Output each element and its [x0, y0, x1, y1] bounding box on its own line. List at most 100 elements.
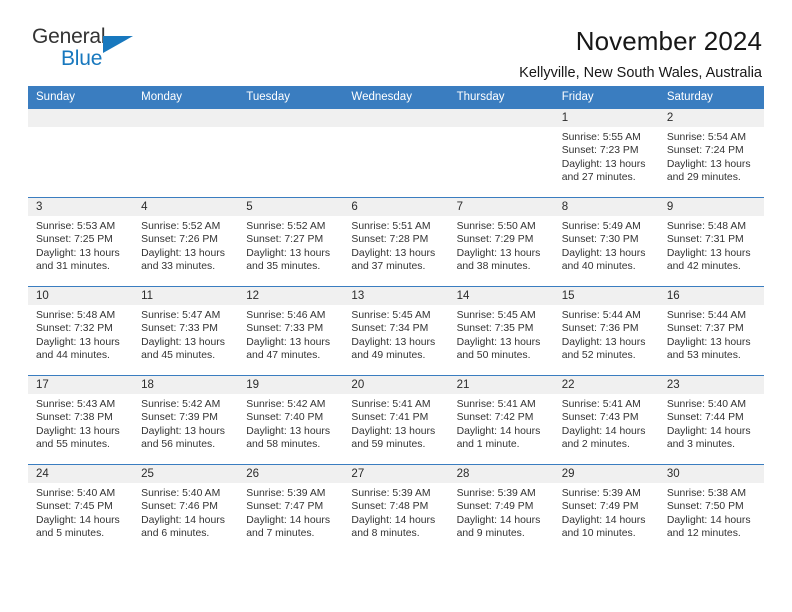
- sunrise-text: Sunrise: 5:45 AM: [456, 310, 536, 321]
- day-number: 26: [238, 465, 344, 483]
- calendar-cell-inner: 13 Sunrise: 5:45 AM Sunset: 7:34 PM Dayligh…: [343, 287, 449, 375]
- day-details: Sunrise: 5:46 AM Sunset: 7:33 PM Daylight:…: [238, 305, 343, 363]
- calendar-day-cell[interactable]: 27 Sunrise: 5:39 AM Sunset: 7:48 PM Dayligh…: [343, 464, 449, 554]
- sunset-text: Sunset: 7:45 PM: [36, 501, 113, 513]
- sunrise-text: Sunrise: 5:42 AM: [246, 399, 326, 410]
- sunrise-text: Sunrise: 5:54 AM: [666, 132, 746, 143]
- page-title: November 2024: [575, 26, 762, 56]
- calendar-day-cell[interactable]: 24 Sunrise: 5:40 AM Sunset: 7:45 PM Dayligh…: [28, 464, 134, 554]
- calendar-day-cell[interactable]: 7 Sunrise: 5:50 AM Sunset: 7:29 PM Daylight…: [448, 197, 554, 287]
- calendar-day-cell[interactable]: 25 Sunrise: 5:40 AM Sunset: 7:46 PM Dayligh…: [133, 464, 239, 554]
- sunrise-text: Sunrise: 5:45 AM: [351, 310, 431, 321]
- calendar-cell-inner: [133, 109, 239, 197]
- calendar-day-cell[interactable]: 19 Sunrise: 5:42 AM Sunset: 7:40 PM Dayligh…: [238, 375, 344, 465]
- daylight-text: Daylight: 14 hours and 2 minutes.: [561, 425, 646, 451]
- sunset-text: Sunset: 7:48 PM: [351, 501, 429, 513]
- daylight-text: Daylight: 14 hours and 7 minutes.: [246, 514, 331, 540]
- day-details: Sunrise: 5:44 AM Sunset: 7:36 PM Daylight:…: [554, 305, 659, 363]
- day-details: Sunrise: 5:44 AM Sunset: 7:37 PM Daylight:…: [659, 305, 764, 363]
- day-number: 25: [133, 465, 239, 483]
- calendar-cell-inner: 28 Sunrise: 5:39 AM Sunset: 7:49 PM Dayligh…: [448, 465, 554, 554]
- calendar-day-cell[interactable]: 11 Sunrise: 5:47 AM Sunset: 7:33 PM Dayligh…: [133, 286, 239, 376]
- calendar-day-cell[interactable]: 1 Sunrise: 5:55 AM Sunset: 7:23 PM Daylight…: [553, 108, 659, 198]
- day-number: 3: [28, 198, 134, 216]
- calendar-week-row: 1 Sunrise: 5:55 AM Sunset: 7:23 PM Daylight…: [28, 108, 764, 198]
- calendar-day-cell[interactable]: 21 Sunrise: 5:41 AM Sunset: 7:42 PM Dayligh…: [448, 375, 554, 465]
- day-number: 5: [238, 198, 344, 216]
- calendar-day-cell[interactable]: 28 Sunrise: 5:39 AM Sunset: 7:49 PM Dayligh…: [448, 464, 554, 554]
- daylight-text: Daylight: 13 hours and 56 minutes.: [141, 425, 225, 451]
- calendar-day-cell[interactable]: 8 Sunrise: 5:49 AM Sunset: 7:30 PM Daylight…: [553, 197, 659, 287]
- day-number: 14: [448, 287, 554, 305]
- day-number: [343, 109, 449, 127]
- calendar-day-cell[interactable]: 15 Sunrise: 5:44 AM Sunset: 7:36 PM Dayligh…: [553, 286, 659, 376]
- sunset-text: Sunset: 7:31 PM: [666, 234, 744, 246]
- sunset-text: Sunset: 7:33 PM: [141, 323, 218, 335]
- calendar-day-cell[interactable]: 26 Sunrise: 5:39 AM Sunset: 7:47 PM Dayligh…: [238, 464, 344, 554]
- day-number: 6: [343, 198, 449, 216]
- day-number: [238, 109, 344, 127]
- calendar-day-cell[interactable]: 22 Sunrise: 5:41 AM Sunset: 7:43 PM Dayligh…: [553, 375, 659, 465]
- calendar-cell-empty: [238, 108, 344, 198]
- daylight-text: Daylight: 14 hours and 3 minutes.: [666, 425, 751, 451]
- calendar-day-cell[interactable]: 17 Sunrise: 5:43 AM Sunset: 7:38 PM Dayligh…: [28, 375, 134, 465]
- calendar-cell-inner: 29 Sunrise: 5:39 AM Sunset: 7:49 PM Dayligh…: [553, 465, 659, 554]
- weekday-header-tuesday: Tuesday: [238, 86, 344, 109]
- sunrise-text: Sunrise: 5:53 AM: [36, 221, 116, 232]
- calendar-day-cell[interactable]: 5 Sunrise: 5:52 AM Sunset: 7:27 PM Daylight…: [238, 197, 344, 287]
- calendar-day-cell[interactable]: 29 Sunrise: 5:39 AM Sunset: 7:49 PM Dayligh…: [553, 464, 659, 554]
- calendar-cell-inner: 9 Sunrise: 5:48 AM Sunset: 7:31 PM Daylight…: [658, 198, 764, 286]
- weekday-header-friday: Friday: [553, 86, 659, 109]
- day-number: 23: [658, 376, 764, 394]
- calendar-day-cell[interactable]: 4 Sunrise: 5:52 AM Sunset: 7:26 PM Daylight…: [133, 197, 239, 287]
- calendar-day-cell[interactable]: 13 Sunrise: 5:45 AM Sunset: 7:34 PM Dayligh…: [343, 286, 449, 376]
- calendar-day-cell[interactable]: 30 Sunrise: 5:38 AM Sunset: 7:50 PM Dayligh…: [658, 464, 764, 554]
- calendar-cell-empty: [28, 108, 134, 198]
- calendar-day-cell[interactable]: 18 Sunrise: 5:42 AM Sunset: 7:39 PM Dayligh…: [133, 375, 239, 465]
- calendar-day-cell[interactable]: 6 Sunrise: 5:51 AM Sunset: 7:28 PM Daylight…: [343, 197, 449, 287]
- calendar-day-cell[interactable]: 2 Sunrise: 5:54 AM Sunset: 7:24 PM Daylight…: [658, 108, 764, 198]
- day-number: 22: [553, 376, 659, 394]
- calendar-day-cell[interactable]: 12 Sunrise: 5:46 AM Sunset: 7:33 PM Dayligh…: [238, 286, 344, 376]
- day-details: Sunrise: 5:40 AM Sunset: 7:46 PM Daylight:…: [133, 483, 238, 541]
- calendar-cell-inner: 1 Sunrise: 5:55 AM Sunset: 7:23 PM Daylight…: [553, 109, 659, 197]
- calendar-cell-inner: 8 Sunrise: 5:49 AM Sunset: 7:30 PM Daylight…: [553, 198, 659, 286]
- calendar-day-cell[interactable]: 23 Sunrise: 5:40 AM Sunset: 7:44 PM Dayligh…: [658, 375, 764, 465]
- calendar-day-cell[interactable]: 3 Sunrise: 5:53 AM Sunset: 7:25 PM Daylight…: [28, 197, 134, 287]
- calendar-cell-inner: 2 Sunrise: 5:54 AM Sunset: 7:24 PM Daylight…: [658, 109, 764, 197]
- calendar-day-cell[interactable]: 14 Sunrise: 5:45 AM Sunset: 7:35 PM Dayligh…: [448, 286, 554, 376]
- sunrise-text: Sunrise: 5:55 AM: [561, 132, 641, 143]
- daylight-text: Daylight: 13 hours and 29 minutes.: [666, 158, 751, 184]
- calendar-week-row: 3 Sunrise: 5:53 AM Sunset: 7:25 PM Daylight…: [28, 197, 764, 287]
- calendar-cell-inner: [238, 109, 344, 197]
- calendar-day-cell[interactable]: 20 Sunrise: 5:41 AM Sunset: 7:41 PM Dayligh…: [343, 375, 449, 465]
- calendar-cell-inner: 21 Sunrise: 5:41 AM Sunset: 7:42 PM Dayligh…: [448, 376, 554, 464]
- daylight-text: Daylight: 13 hours and 45 minutes.: [141, 336, 225, 362]
- sunrise-text: Sunrise: 5:39 AM: [351, 488, 431, 499]
- sunrise-text: Sunrise: 5:52 AM: [141, 221, 221, 232]
- daylight-text: Daylight: 13 hours and 33 minutes.: [141, 247, 225, 273]
- calendar-cell-inner: [448, 109, 554, 197]
- calendar-cell-inner: 15 Sunrise: 5:44 AM Sunset: 7:36 PM Dayligh…: [553, 287, 659, 375]
- calendar-cell-inner: 6 Sunrise: 5:51 AM Sunset: 7:28 PM Daylight…: [343, 198, 449, 286]
- sunrise-text: Sunrise: 5:46 AM: [246, 310, 326, 321]
- sunset-text: Sunset: 7:36 PM: [561, 323, 639, 335]
- general-blue-logo: General Blue: [28, 26, 152, 72]
- calendar-day-cell[interactable]: 10 Sunrise: 5:48 AM Sunset: 7:32 PM Dayligh…: [28, 286, 134, 376]
- calendar-day-cell[interactable]: 16 Sunrise: 5:44 AM Sunset: 7:37 PM Dayligh…: [658, 286, 764, 376]
- sunrise-text: Sunrise: 5:41 AM: [351, 399, 431, 410]
- daylight-text: Daylight: 13 hours and 44 minutes.: [36, 336, 120, 362]
- sunrise-text: Sunrise: 5:41 AM: [456, 399, 536, 410]
- day-number: 7: [448, 198, 554, 216]
- daylight-text: Daylight: 13 hours and 52 minutes.: [561, 336, 646, 362]
- sunrise-text: Sunrise: 5:39 AM: [561, 488, 641, 499]
- weekday-header-sunday: Sunday: [28, 86, 134, 109]
- day-number: 4: [133, 198, 239, 216]
- calendar-day-cell[interactable]: 9 Sunrise: 5:48 AM Sunset: 7:31 PM Daylight…: [658, 197, 764, 287]
- daylight-text: Daylight: 13 hours and 58 minutes.: [246, 425, 331, 451]
- sunset-text: Sunset: 7:40 PM: [246, 412, 324, 424]
- day-details: Sunrise: 5:45 AM Sunset: 7:35 PM Daylight:…: [449, 305, 554, 363]
- day-details: Sunrise: 5:39 AM Sunset: 7:48 PM Daylight:…: [343, 483, 448, 541]
- daylight-text: Daylight: 14 hours and 9 minutes.: [456, 514, 541, 540]
- daylight-text: Daylight: 13 hours and 27 minutes.: [561, 158, 646, 184]
